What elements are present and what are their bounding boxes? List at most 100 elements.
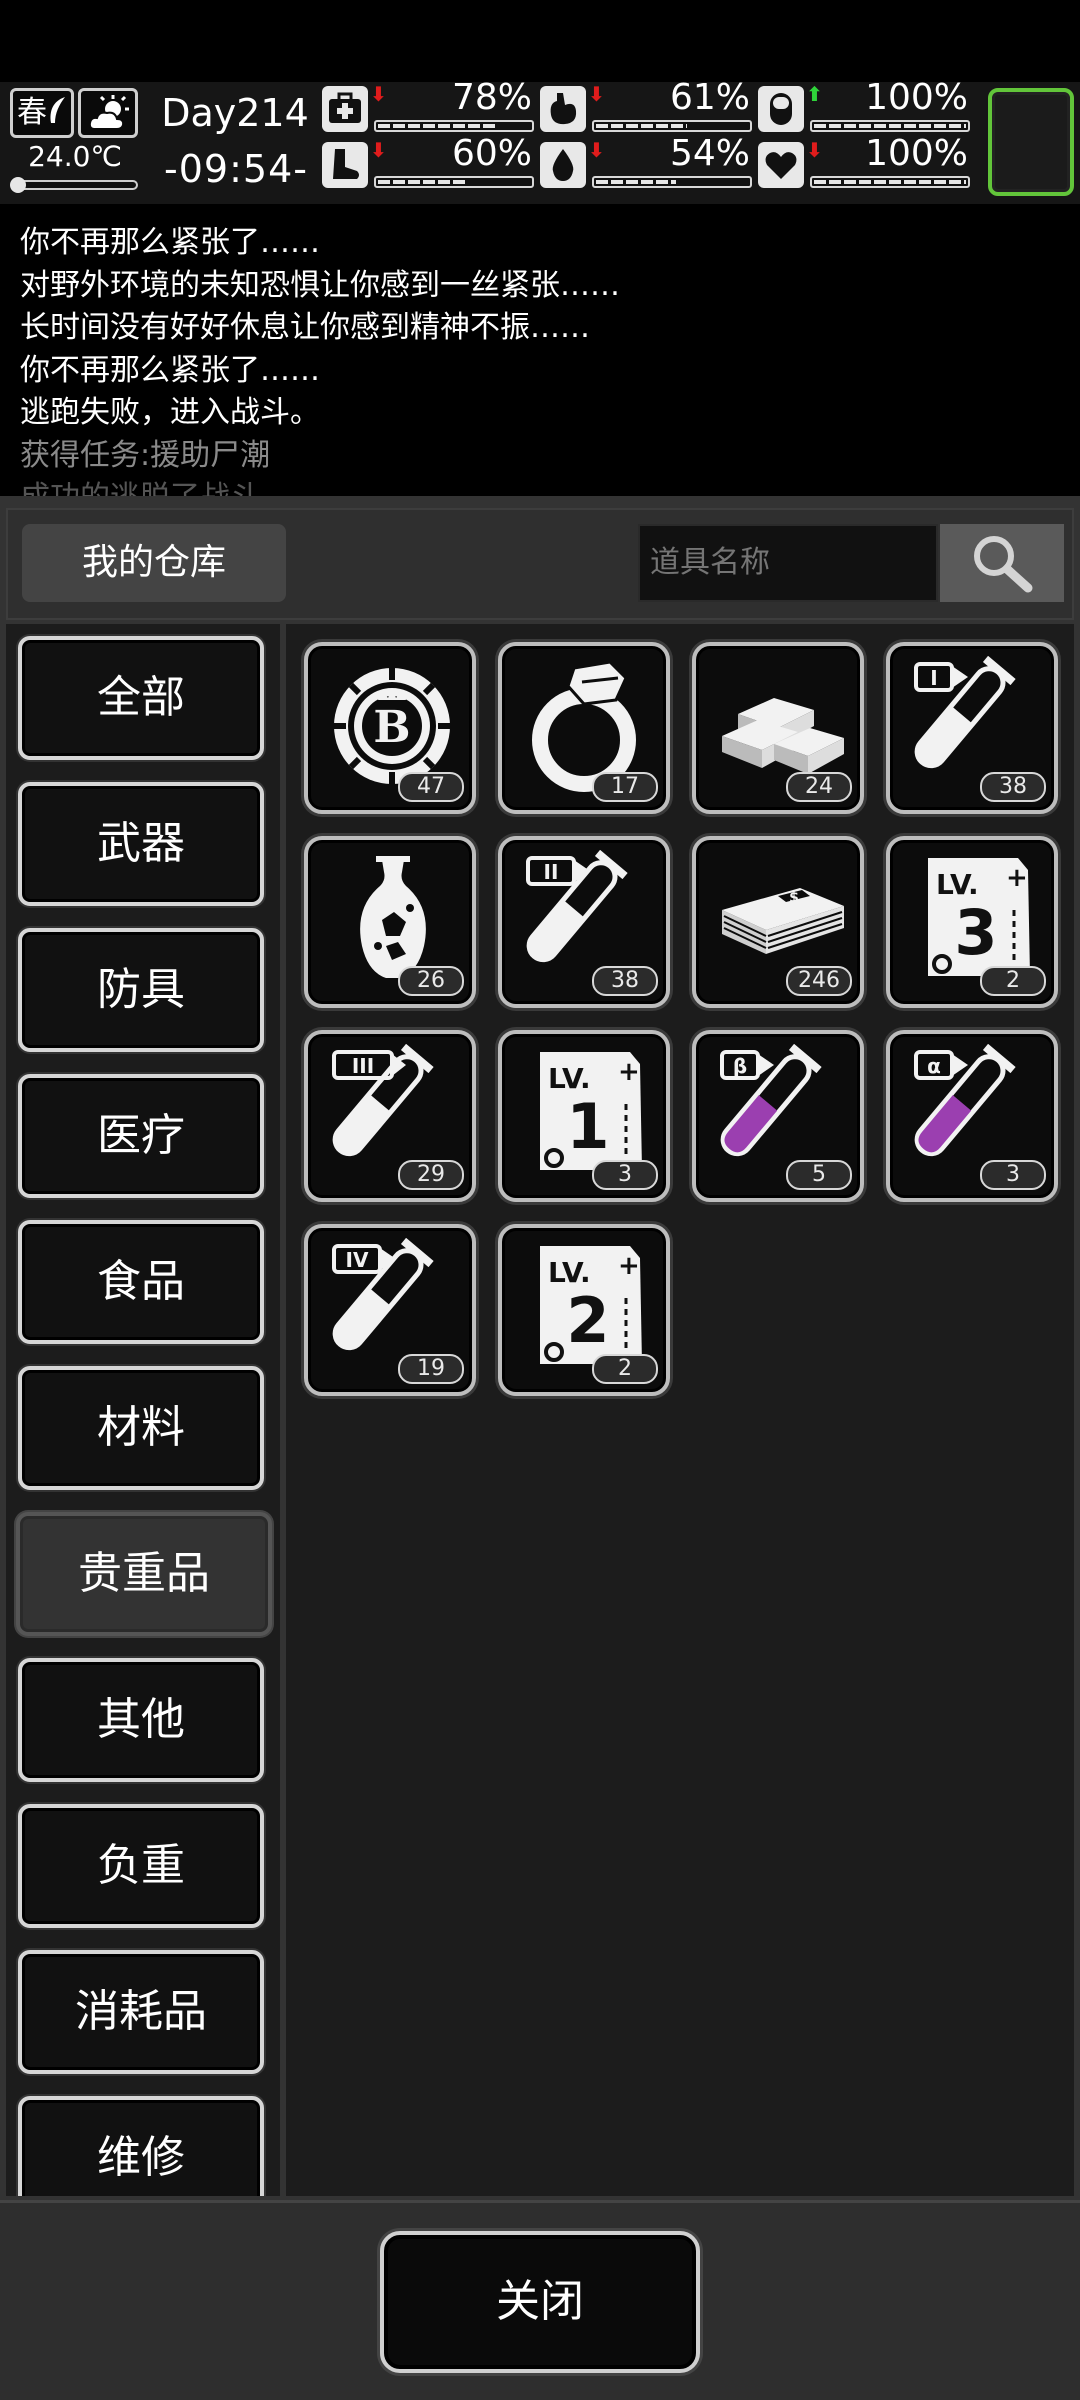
inventory-item[interactable]: $246	[692, 836, 864, 1008]
mood-value: 100%	[865, 133, 968, 174]
hunger-bar	[592, 120, 752, 132]
book-level: 2	[566, 1284, 609, 1357]
log-line: 长时间没有好好休息让你感到精神不振……	[20, 310, 590, 345]
inventory-item[interactable]: 26	[304, 836, 476, 1008]
item-grid[interactable]: B 47 17 24 I 38 26 II 38 $ 246 LV. + 3 2…	[286, 624, 1074, 2196]
category-tab[interactable]: 其他	[18, 1658, 264, 1782]
quick-slot-button[interactable]	[988, 88, 1074, 196]
inventory-item[interactable]: II 38	[498, 836, 670, 1008]
hunger-value: 61%	[669, 77, 750, 118]
category-sidebar[interactable]: 全部武器防具医疗食品材料贵重品其他负重消耗品维修	[6, 624, 280, 2196]
inventory-item[interactable]: LV. + 2 2	[498, 1224, 670, 1396]
temperature-readout: 24.0℃	[28, 140, 122, 173]
item-quantity: 38	[592, 966, 658, 996]
item-quantity: 17	[592, 772, 658, 802]
mood-trend-arrow: ⬇	[806, 138, 823, 162]
inventory-item[interactable]: III 29	[304, 1030, 476, 1202]
category-tab[interactable]: 消耗品	[18, 1950, 264, 2074]
status-bar: 春 24.0℃ Day214 -09:54- ⬇ 78% ⬇ 61% ⬆ 100…	[0, 78, 1080, 204]
warehouse-title: 我的仓库	[22, 524, 286, 602]
thirst-trend-arrow: ⬇	[588, 138, 605, 162]
foot-icon	[322, 142, 368, 188]
hunger-trend-arrow: ⬇	[588, 82, 605, 106]
item-quantity: 19	[398, 1354, 464, 1384]
inventory-item[interactable]: α 3	[886, 1030, 1058, 1202]
item-quantity: 5	[786, 1160, 852, 1190]
search-button[interactable]	[940, 524, 1064, 602]
tube-label: α	[927, 1054, 941, 1078]
stamina-bar-fill	[378, 180, 468, 184]
medkit-icon	[322, 86, 368, 132]
season-label: 春	[17, 95, 47, 130]
book-level: 1	[566, 1090, 609, 1163]
log-line: 逃跑失败，进入战斗。	[20, 395, 320, 430]
health-value: 78%	[451, 77, 532, 118]
inventory-item[interactable]: 17	[498, 642, 670, 814]
log-line: 你不再那么紧张了……	[20, 352, 320, 388]
message-log[interactable]: 你不再那么紧张了…… 对野外环境的未知恐惧让你感到一丝紧张…… 长时间没有好好休…	[0, 204, 1080, 496]
leaf-icon	[50, 97, 65, 123]
water-drop-icon	[540, 142, 586, 188]
category-tab[interactable]: 贵重品	[16, 1512, 272, 1636]
svg-text:+: +	[618, 1251, 640, 1281]
stat-hunger: ⬇ 61%	[540, 78, 752, 134]
tube-label: I	[930, 666, 937, 690]
category-tab[interactable]: 医疗	[18, 1074, 264, 1198]
book-level: 3	[954, 896, 997, 969]
inventory-item[interactable]: IV 19	[304, 1224, 476, 1396]
sanity-bar-fill	[814, 124, 966, 128]
search-icon	[974, 536, 1033, 593]
tube-label: β	[733, 1054, 747, 1078]
category-tab[interactable]: 维修	[18, 2096, 264, 2196]
item-search-input[interactable]	[638, 524, 938, 602]
inventory-item[interactable]: LV. + 3 2	[886, 836, 1058, 1008]
inventory-item[interactable]: B 47	[304, 642, 476, 814]
inventory-item[interactable]: I 38	[886, 642, 1058, 814]
item-quantity: 24	[786, 772, 852, 802]
tube-label: II	[544, 860, 559, 884]
stomach-icon	[540, 86, 586, 132]
category-tab[interactable]: 武器	[18, 782, 264, 906]
stat-thirst: ⬇ 54%	[540, 134, 752, 190]
mood-bar-fill	[814, 180, 966, 184]
stamina-value: 60%	[451, 133, 532, 174]
category-tab[interactable]: 全部	[18, 636, 264, 760]
stat-stamina: ⬇ 60%	[322, 134, 534, 190]
log-line: 对野外环境的未知恐惧让你感到一丝紧张……	[20, 267, 620, 303]
mood-bar	[810, 176, 970, 188]
sanity-value: 100%	[865, 77, 968, 118]
item-quantity: 3	[592, 1160, 658, 1190]
category-tab[interactable]: 食品	[18, 1220, 264, 1344]
heart-icon	[758, 142, 804, 188]
category-tab[interactable]: 防具	[18, 928, 264, 1052]
stat-health: ⬇ 78%	[322, 78, 534, 134]
tube-label: III	[352, 1054, 374, 1078]
close-button[interactable]: 关闭	[380, 2231, 700, 2373]
category-tab[interactable]: 材料	[18, 1366, 264, 1490]
inventory-item[interactable]: LV. + 1 3	[498, 1030, 670, 1202]
temperature-gauge-knob	[10, 177, 26, 193]
item-quantity: 47	[398, 772, 464, 802]
thirst-bar	[592, 176, 752, 188]
stat-mood: ⬇ 100%	[758, 134, 970, 190]
log-line: 获得任务:援助尸潮	[20, 437, 271, 473]
stat-sanity: ⬆ 100%	[758, 78, 970, 134]
game-screen: 春 24.0℃ Day214 -09:54- ⬇ 78% ⬇ 61% ⬆ 100…	[0, 0, 1080, 2400]
inventory-item[interactable]: 24	[692, 642, 864, 814]
item-quantity: 38	[980, 772, 1046, 802]
thirst-value: 54%	[669, 133, 750, 174]
warehouse-header: 我的仓库	[6, 508, 1074, 620]
coin-letter: B	[373, 702, 410, 753]
item-quantity: 3	[980, 1160, 1046, 1190]
category-tab[interactable]: 负重	[18, 1804, 264, 1928]
svg-text:$: $	[789, 890, 799, 906]
thirst-bar-fill	[596, 180, 677, 184]
svg-text:+: +	[1006, 863, 1028, 893]
item-quantity: 2	[980, 966, 1046, 996]
inventory-item[interactable]: β 5	[692, 1030, 864, 1202]
game-clock: -09:54-	[164, 147, 308, 191]
health-trend-arrow: ⬇	[370, 82, 387, 106]
sanity-trend-arrow: ⬆	[806, 82, 823, 106]
sanity-bar	[810, 120, 970, 132]
svg-text:+: +	[618, 1057, 640, 1087]
